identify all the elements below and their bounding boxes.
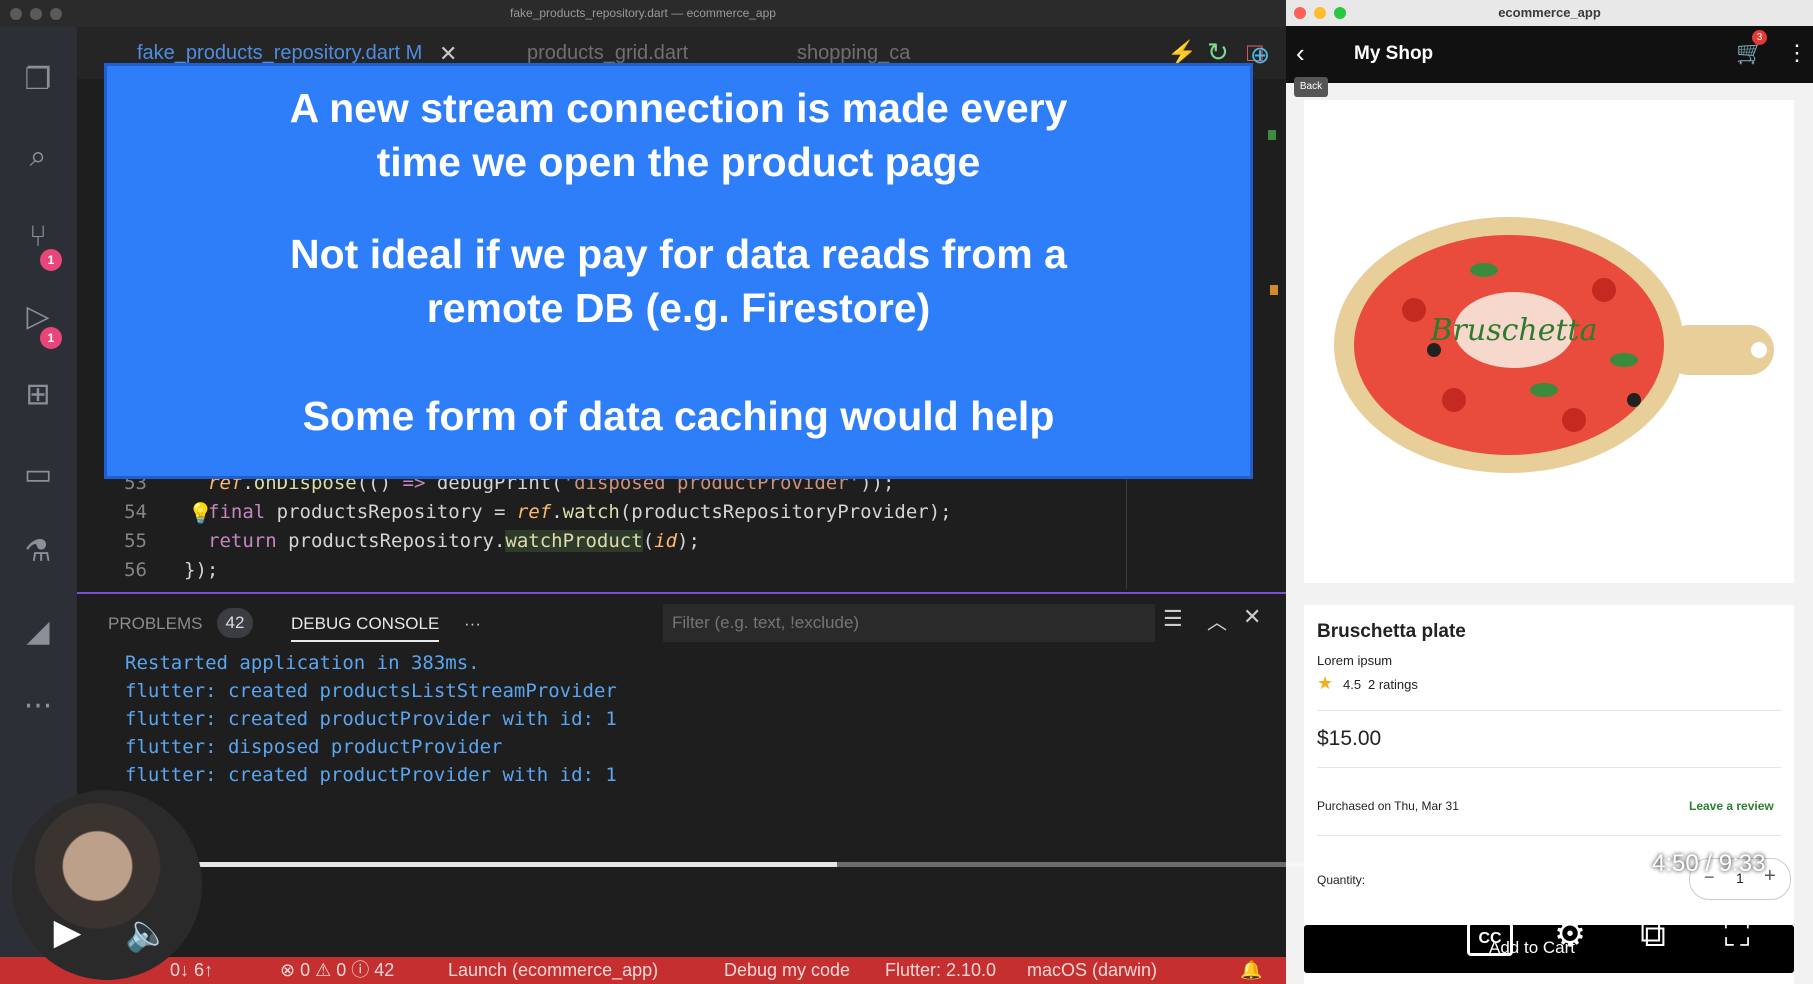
console-line: flutter: disposed productProvider	[125, 736, 503, 758]
app-close-button[interactable]	[1294, 7, 1306, 19]
scm-badge: 1	[40, 249, 62, 271]
active-tab-underline	[291, 640, 439, 642]
code-line-56: });	[184, 559, 219, 581]
app-window: ecommerce_app ‹ My Shop 🛒 3 ⋮ Back Brusc…	[1286, 0, 1813, 984]
more-actions-button[interactable]: ···	[464, 614, 481, 634]
divider	[1317, 710, 1781, 711]
overlay-line: Some form of data caching would help	[302, 393, 1055, 439]
ratings-count: 2 ratings	[1368, 677, 1418, 692]
settings-gear-icon[interactable]: ⚙	[1548, 914, 1592, 955]
overlay-line: remote DB (e.g. Firestore)	[426, 285, 931, 331]
debug-badge: 1	[40, 327, 62, 349]
remote-explorer-icon[interactable]: ▭	[18, 455, 58, 495]
product-price: $15.00	[1317, 727, 1382, 750]
explorer-icon[interactable]: ❐	[18, 60, 58, 100]
window-title: fake_products_repository.dart — ecommerc…	[510, 6, 776, 20]
flutter-icon[interactable]: ◢	[18, 612, 58, 652]
quantity-label: Quantity:	[1317, 873, 1366, 887]
sync-status[interactable]: 0↓ 6↑	[170, 957, 213, 984]
notifications-icon[interactable]: 🔔	[1240, 957, 1262, 984]
overflow-menu-icon[interactable]: ⋮	[1786, 40, 1808, 66]
tab-problems[interactable]: PROBLEMS	[108, 614, 202, 634]
minimize-window-button[interactable]	[30, 8, 42, 20]
play-icon[interactable]: ▶	[45, 912, 90, 953]
devtools-icon[interactable]: ⊕	[1250, 41, 1270, 70]
divider	[1317, 835, 1781, 836]
volume-icon[interactable]: 🔈	[125, 912, 170, 954]
vscode-title-bar: fake_products_repository.dart — ecommerc…	[0, 0, 1286, 27]
clear-console-icon[interactable]: ☰	[1163, 606, 1183, 632]
app-bar: ‹ My Shop 🛒 3 ⋮	[1286, 26, 1813, 83]
console-line: Restarted application in 383ms.	[125, 652, 480, 674]
increment-icon[interactable]: +	[1764, 865, 1776, 888]
problems-status[interactable]: ⊗ 0 ⚠ 0 ⓘ 42	[280, 957, 394, 984]
overlay-line: Not ideal if we pay for data reads from …	[290, 231, 1067, 277]
presenter-webcam	[12, 790, 202, 980]
star-icon: ★	[1317, 673, 1334, 693]
purchase-date: Purchased on Thu, Mar 31	[1317, 799, 1459, 813]
console-filter-input[interactable]	[663, 604, 1155, 642]
testing-icon[interactable]: ⚗	[18, 532, 58, 572]
status-bar: 0↓ 6↑ ⊗ 0 ⚠ 0 ⓘ 42 Launch (ecommerce_app…	[0, 957, 1286, 984]
line-number: 56	[124, 559, 147, 581]
scroll-marker	[1268, 130, 1276, 140]
line-number: 55	[124, 530, 147, 552]
problems-count-badge: 42	[217, 608, 253, 638]
flutter-version[interactable]: Flutter: 2.10.0	[885, 957, 996, 984]
extensions-icon[interactable]: ⊞	[18, 375, 58, 415]
app-title-bar: ecommerce_app	[1286, 0, 1813, 26]
cart-count-badge: 3	[1752, 30, 1767, 45]
device-target[interactable]: macOS (darwin)	[1027, 957, 1157, 984]
close-window-button[interactable]	[10, 8, 22, 20]
scroll-marker	[1270, 285, 1278, 295]
video-timestamp: 4:50 / 9:33	[1652, 850, 1766, 877]
overlay-line: A new stream connection is made every	[289, 85, 1068, 131]
back-arrow-icon[interactable]: ‹	[1296, 38, 1305, 69]
zoom-window-button[interactable]	[50, 8, 62, 20]
leave-review-link[interactable]: Leave a review	[1689, 799, 1774, 813]
code-line-54: final productsRepository = ref.watch(pro…	[208, 501, 952, 523]
divider	[1317, 767, 1781, 768]
product-image-card: Bruschetta	[1304, 100, 1794, 583]
more-icon[interactable]: ···	[18, 687, 58, 727]
console-line: flutter: created productProvider with id…	[125, 764, 617, 786]
product-image: Bruschetta	[1334, 217, 1774, 473]
console-line: flutter: created productsListStreamProvi…	[125, 680, 617, 702]
search-icon[interactable]: ⌕	[18, 137, 58, 177]
product-name: Bruschetta plate	[1317, 621, 1466, 642]
line-number: 54	[124, 501, 147, 523]
vscode-window: fake_products_repository.dart — ecommerc…	[0, 0, 1286, 984]
code-line-55: return productsRepository.watchProduct(i…	[208, 530, 700, 552]
overlay-line: time we open the product page	[376, 139, 981, 185]
app-zoom-button[interactable]	[1334, 7, 1346, 19]
close-panel-icon[interactable]: ✕	[1243, 604, 1261, 630]
miniplayer-icon[interactable]: ⧉	[1628, 914, 1678, 956]
captions-icon[interactable]: CC	[1467, 922, 1513, 956]
launch-config[interactable]: Launch (ecommerce_app)	[448, 957, 658, 984]
console-line: flutter: created productProvider with id…	[125, 708, 617, 730]
fullscreen-icon[interactable]: ⛶	[1712, 914, 1762, 956]
product-description: Lorem ipsum	[1317, 653, 1393, 668]
rating-value: 4.5	[1343, 677, 1362, 692]
annotation-overlay: A new stream connection is made every ti…	[104, 63, 1253, 479]
tab-debug-console[interactable]: DEBUG CONSOLE	[291, 614, 439, 634]
app-bar-title: My Shop	[1354, 43, 1434, 64]
maximize-panel-icon[interactable]: ︿	[1207, 606, 1227, 635]
app-minimize-button[interactable]	[1314, 7, 1326, 19]
back-tooltip: Back	[1294, 77, 1328, 97]
app-window-title: ecommerce_app	[1498, 5, 1601, 20]
plate-lettering: Bruschetta	[1430, 313, 1598, 348]
debug-mode[interactable]: Debug my code	[724, 957, 850, 984]
